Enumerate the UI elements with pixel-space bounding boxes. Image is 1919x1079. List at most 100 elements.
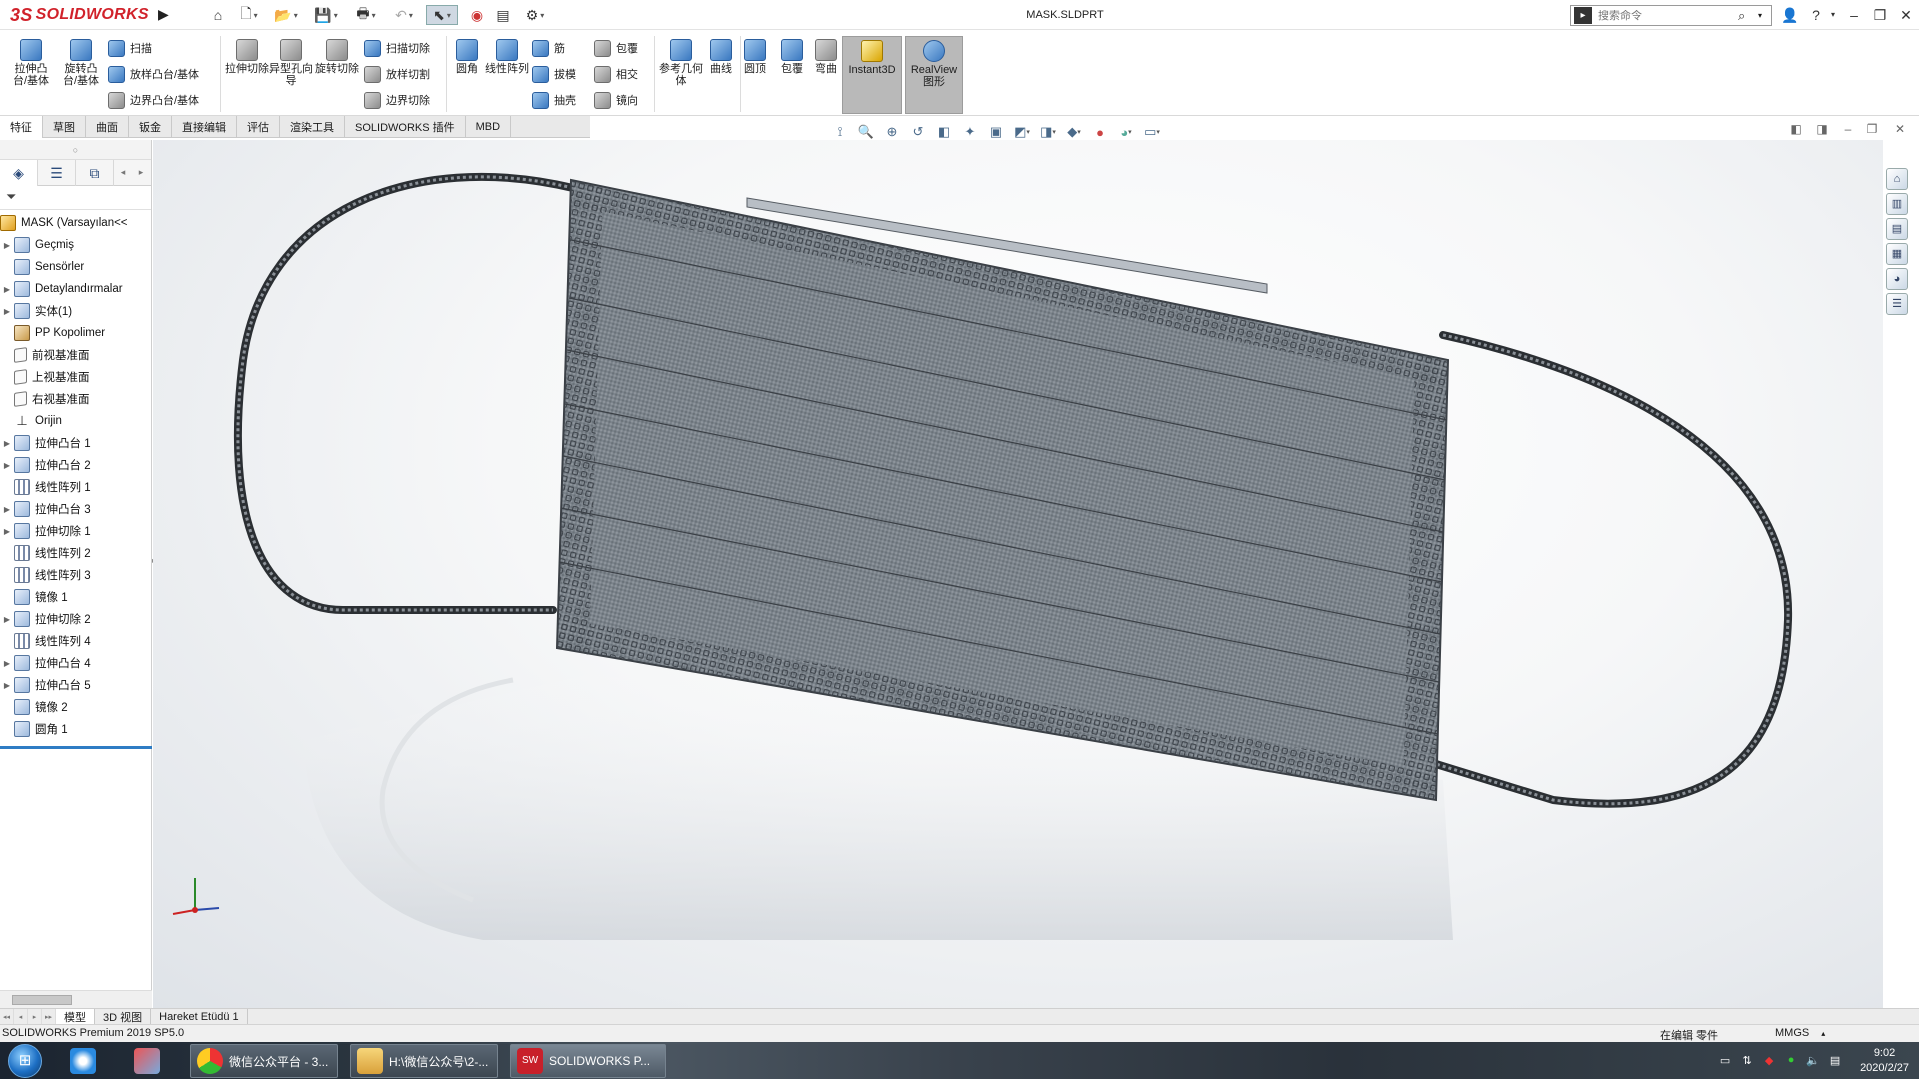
rib-button[interactable]: 筋 (532, 38, 565, 58)
split-left-icon[interactable]: ◧ (1788, 122, 1804, 138)
view-palette-icon[interactable]: ▦ (1886, 243, 1908, 265)
extrude-boss-button[interactable]: 拉伸凸台/基体 (8, 36, 54, 106)
tree-item[interactable]: ⊥ Orijin (0, 410, 151, 432)
tree-item[interactable]: ▶ 拉伸切除 1 (0, 520, 151, 542)
select-button[interactable]: ⬉ ▾ (426, 5, 458, 25)
undo-button[interactable]: ↶ ▾ (388, 5, 420, 25)
options-button[interactable]: ⚙ ▾ (518, 5, 552, 25)
monitor-icon[interactable]: ▭ ▾ (1142, 122, 1162, 142)
search-input[interactable] (1598, 9, 1738, 22)
menu-expand-arrow-icon[interactable]: ▶ (158, 6, 172, 24)
print-button[interactable]: 🖶 ▾ (350, 5, 382, 25)
loft-boss-button[interactable]: 放样凸台/基体 (108, 64, 199, 84)
keyboard-icon[interactable]: ▭ (1718, 1054, 1732, 1068)
expand-arrow-icon[interactable]: ▶ (0, 681, 14, 690)
shell-button[interactable]: 抽壳 (532, 90, 576, 110)
search-dropdown-icon[interactable]: ▾ (1758, 11, 1762, 20)
open-document-button[interactable]: 📂 ▾ (270, 5, 302, 25)
configuration-manager-tab-icon[interactable]: ⧉ (76, 160, 114, 186)
solidworks-resources-icon[interactable]: ⌂ (1886, 168, 1908, 190)
panel-horizontal-scrollbar[interactable] (0, 990, 152, 1008)
first-tab-icon[interactable]: ◂◂ (0, 1008, 14, 1025)
taskbar-solidworks-window[interactable]: SW SOLIDWORKS P... (510, 1044, 666, 1078)
tab-motion-study[interactable]: Hareket Etüdü 1 (151, 1008, 248, 1025)
realview-button[interactable]: RealView图形 (905, 36, 963, 114)
tree-item[interactable]: 镜像 1 (0, 586, 151, 608)
lofted-cut-button[interactable]: 放样切割 (364, 64, 430, 84)
rebuild-icon[interactable]: ◉ (468, 5, 486, 25)
home-icon[interactable]: ⌂ (208, 5, 228, 25)
tree-item[interactable]: ▶ 拉伸凸台 3 (0, 498, 151, 520)
tree-item[interactable]: ▶ 实体(1) (0, 300, 151, 322)
security-icon[interactable]: ◆ (1762, 1054, 1776, 1068)
tab-3d-views[interactable]: 3D 视图 (95, 1008, 152, 1025)
tab-sheet-metal[interactable]: 钣金 (129, 116, 172, 138)
expand-arrow-icon[interactable]: ▶ (0, 461, 14, 470)
expand-arrow-icon[interactable]: ▶ (0, 307, 14, 316)
instant3d-button[interactable]: Instant3D (842, 36, 902, 114)
linear-pattern-button[interactable]: 线性阵列 (484, 36, 530, 106)
tree-item[interactable]: 线性阵列 3 (0, 564, 151, 586)
app-launcher-icon[interactable] (70, 1044, 96, 1078)
file-explorer-icon[interactable]: ▤ (1886, 218, 1908, 240)
taskbar-browser-window[interactable]: 微信公众平台 - 3... (190, 1044, 338, 1078)
tab-addins[interactable]: SOLIDWORKS 插件 (345, 116, 466, 138)
close-button[interactable]: ✕ (1895, 5, 1917, 25)
scrollbar-thumb[interactable] (12, 995, 72, 1005)
notification-icon[interactable]: ▤ (1828, 1054, 1842, 1068)
split-right-icon[interactable]: ◨ (1814, 122, 1830, 138)
draft-button[interactable]: 拔模 (532, 64, 576, 84)
tree-item[interactable]: ▶ Detaylandırmalar (0, 278, 151, 300)
file-properties-icon[interactable]: ▤ (494, 5, 512, 25)
tree-item[interactable]: 线性阵列 2 (0, 542, 151, 564)
viewport-minimize-icon[interactable]: – (1840, 122, 1856, 138)
unit-system[interactable]: MMGS ▴ (1775, 1027, 1825, 1039)
sweep-button[interactable]: 扫描 (108, 38, 152, 58)
hole-wizard-button[interactable]: 异型孔向导 (268, 36, 314, 106)
tree-item[interactable]: ▶ 拉伸凸台 1 (0, 432, 151, 454)
search-scope-icon[interactable]: ▸ (1574, 7, 1592, 24)
boundary-boss-button[interactable]: 边界凸台/基体 (108, 90, 199, 110)
tree-item[interactable]: ▶ 拉伸凸台 4 (0, 652, 151, 674)
tab-features[interactable]: 特征 (0, 116, 43, 138)
tree-item[interactable]: 线性阵列 4 (0, 630, 151, 652)
swept-cut-button[interactable]: 扫描切除 (364, 38, 430, 58)
next-tab-icon[interactable]: ▸ (28, 1008, 42, 1025)
tree-item[interactable]: 圆角 1 (0, 718, 151, 740)
help-dropdown-icon[interactable]: ▾ (1822, 5, 1844, 25)
feature-manager-tab-icon[interactable]: ◈ (0, 160, 38, 186)
prev-tab-icon[interactable]: ◂ (14, 1008, 28, 1025)
view-cube-icon[interactable]: ▣ (986, 122, 1006, 142)
tab-direct-editing[interactable]: 直接编辑 (172, 116, 237, 138)
taskbar-tool-icon[interactable] (134, 1044, 160, 1078)
viewport-restore-icon[interactable]: ❐ (1864, 122, 1880, 138)
save-button[interactable]: 💾 ▾ (310, 5, 342, 25)
flex-button[interactable]: 弯曲 (806, 36, 846, 106)
panel-collapse-handle[interactable]: ○ (0, 140, 151, 160)
taskbar-explorer-window[interactable]: H:\微信公众号\2-... (350, 1044, 498, 1078)
tab-mbd[interactable]: MBD (466, 116, 512, 138)
dynamic-annotation-icon[interactable]: ✦ (960, 122, 980, 142)
user-icon[interactable]: 👤 (1779, 5, 1801, 25)
graphics-area[interactable] (153, 140, 1883, 1008)
view-settings-icon[interactable]: ◕ ▾ (1116, 122, 1136, 142)
expand-arrow-icon[interactable]: ▶ (0, 285, 14, 294)
apply-scene-icon[interactable]: ● (1090, 122, 1110, 142)
tree-item[interactable]: ▶ Geçmiş (0, 234, 151, 256)
mirror-button[interactable]: 镜向 (594, 90, 638, 110)
tab-sketch[interactable]: 草图 (43, 116, 86, 138)
intersect-button[interactable]: 相交 (594, 64, 638, 84)
property-manager-tab-icon[interactable]: ☰ (38, 160, 76, 186)
antivirus-icon[interactable]: ● (1784, 1054, 1798, 1068)
revolve-boss-button[interactable]: 旋转凸台/基体 (58, 36, 104, 106)
expand-arrow-icon[interactable]: ▶ (0, 505, 14, 514)
search-icon[interactable]: ⌕ (1738, 8, 1754, 24)
zoom-to-area-icon[interactable]: ⊕ (882, 122, 902, 142)
hide-show-items-icon[interactable]: ◨ ▾ (1038, 122, 1058, 142)
expand-arrow-icon[interactable]: ▶ (0, 439, 14, 448)
tree-item[interactable]: Sensörler (0, 256, 151, 278)
previous-view-icon[interactable]: ↺ (908, 122, 928, 142)
last-tab-icon[interactable]: ▸▸ (42, 1008, 56, 1025)
tab-model[interactable]: 模型 (56, 1008, 95, 1025)
appearances-icon[interactable]: ◕ (1886, 268, 1908, 290)
